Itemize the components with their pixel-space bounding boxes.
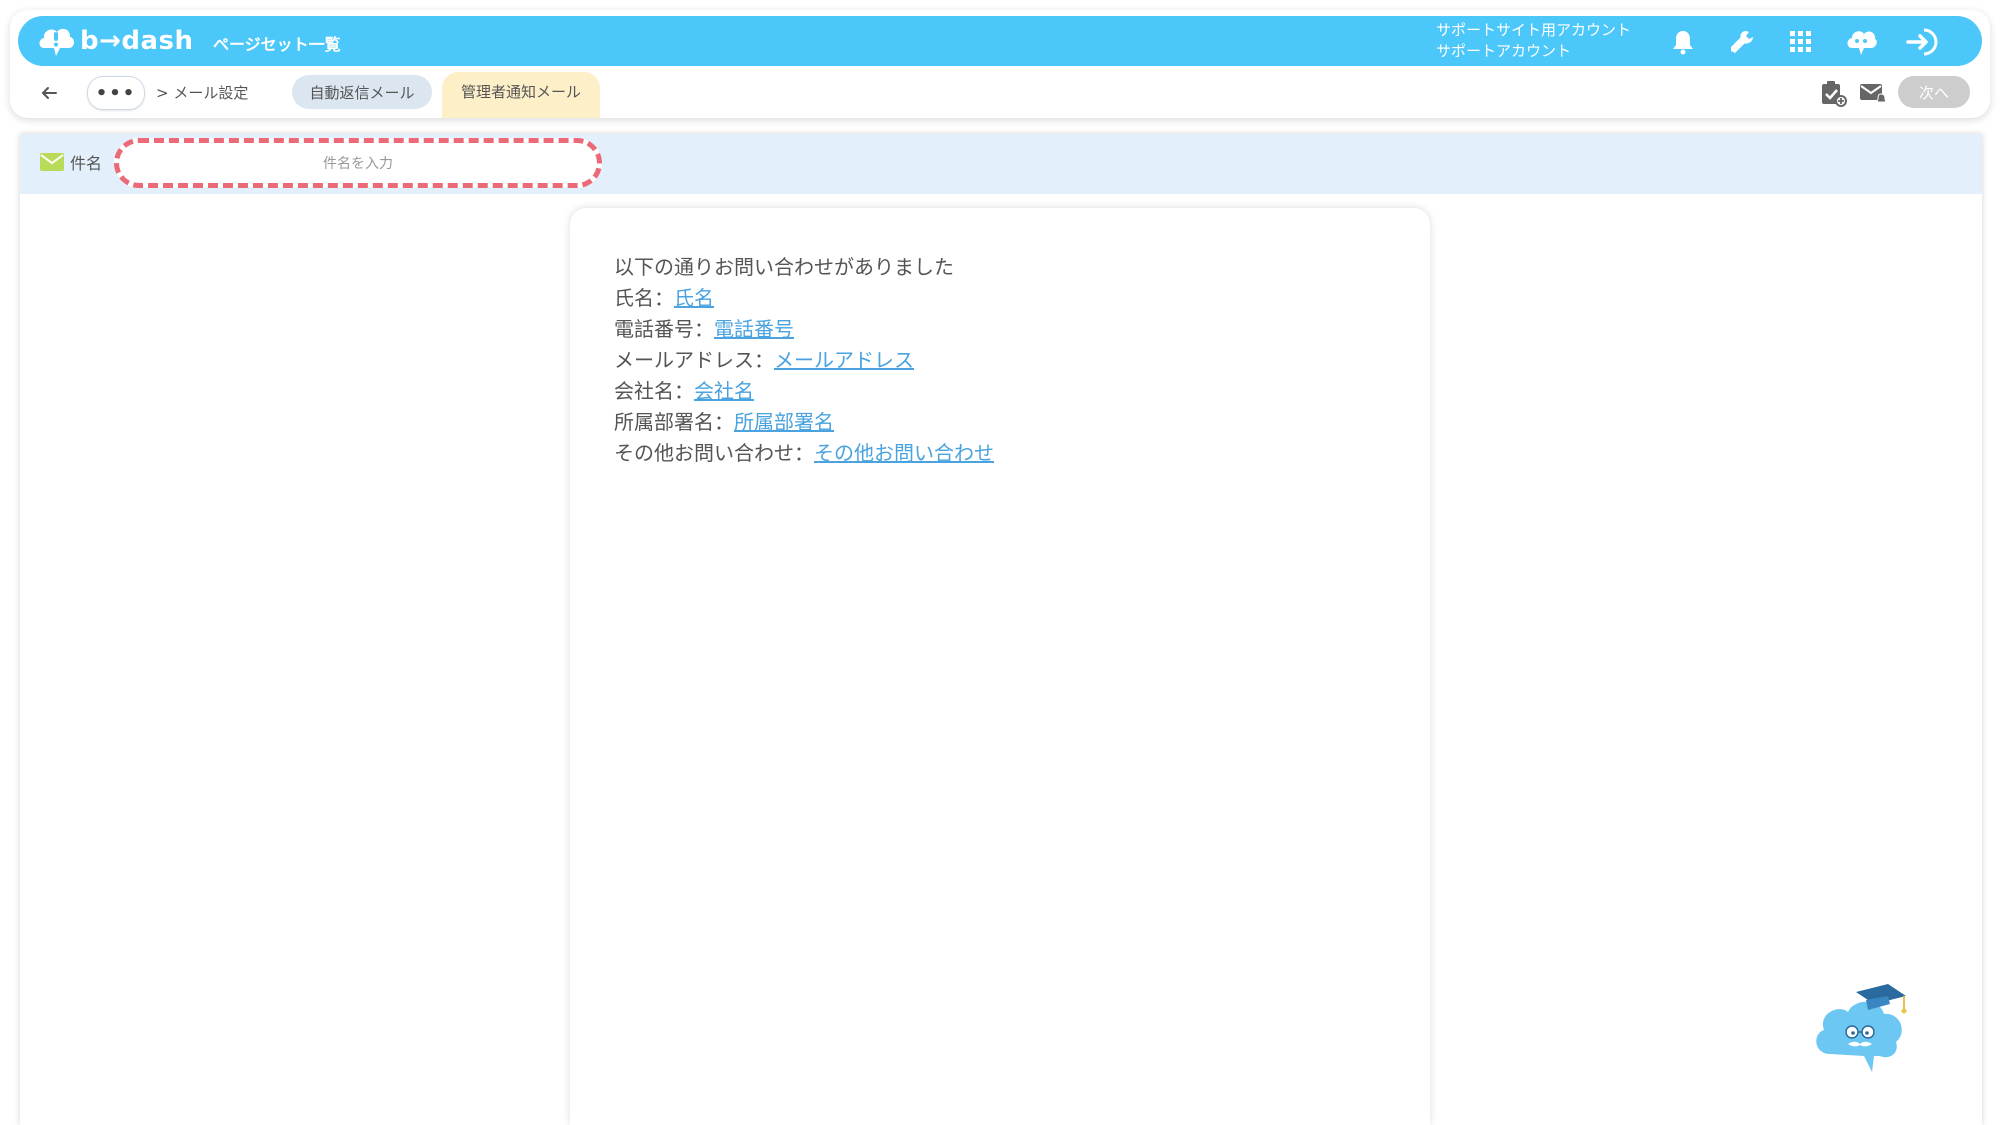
logo-text: b→dash [80,26,194,56]
page-set-list-link[interactable]: ページセット一覧 [213,31,341,55]
brand-logo[interactable]: b→dash [36,22,194,60]
field-label: その他お問い合わせ： [614,441,814,465]
grid-icon[interactable] [1784,25,1818,59]
breadcrumb-mail-settings[interactable]: > メール設定 [156,82,248,103]
field-label: 電話番号： [614,317,714,341]
merge-tag-company[interactable]: 会社名 [694,379,754,403]
field-label: 氏名： [614,286,674,310]
chat-cloud-icon[interactable] [1844,25,1878,59]
mail-intro: 以下の通りお問い合わせがありました [614,255,954,279]
account-info[interactable]: サポートサイト用アカウント サポートアカウント [1436,20,1631,62]
field-line-company: 会社名：会社名 [614,376,994,407]
mascot-helper-icon[interactable] [1808,976,1914,1082]
top-navbar: b→dash ページセット一覧 サポートサイト用アカウント サポートアカウント [18,16,1982,66]
merge-tag-name[interactable]: 氏名 [674,286,714,310]
mail-body-card[interactable]: 以下の通りお問い合わせがありました 氏名：氏名 電話番号：電話番号 メールアドレ… [570,208,1430,1125]
logout-icon[interactable] [1906,25,1940,59]
account-line2: サポートアカウント [1436,42,1572,60]
field-line-phone: 電話番号：電話番号 [614,314,994,345]
field-label: 所属部署名： [614,410,734,434]
field-label: メールアドレス： [614,348,774,372]
field-line-name: 氏名：氏名 [614,283,994,314]
merge-tag-email[interactable]: メールアドレス [774,348,914,372]
tab-auto-reply-mail[interactable]: 自動返信メール [292,75,432,109]
subject-input[interactable]: 件名を入力 [114,138,602,188]
next-button[interactable]: 次へ [1898,76,1970,108]
subject-label-text: 件名 [70,154,103,173]
clipboard-check-icon[interactable] [1818,78,1848,108]
field-line-department: 所属部署名：所属部署名 [614,407,994,438]
mail-body-text[interactable]: 以下の通りお問い合わせがありました 氏名：氏名 電話番号：電話番号 メールアドレ… [614,252,994,469]
bell-icon[interactable] [1666,25,1700,59]
wrench-icon[interactable] [1725,25,1759,59]
back-arrow-icon[interactable] [36,80,62,106]
account-line1: サポートサイト用アカウント [1436,21,1632,39]
tab-admin-notification-mail[interactable]: 管理者通知メール [442,72,600,118]
mail-icon [40,153,64,171]
subject-label: 件名 [40,150,102,174]
merge-tag-department[interactable]: 所属部署名 [734,410,834,434]
field-line-email: メールアドレス：メールアドレス [614,345,994,376]
breadcrumb-more-button[interactable]: ••• [87,76,145,110]
field-line-other: その他お問い合わせ：その他お問い合わせ [614,438,994,469]
merge-tag-phone[interactable]: 電話番号 [714,317,794,341]
merge-tag-other-inquiry[interactable]: その他お問い合わせ [814,441,994,465]
logo-cloud-icon [39,28,75,56]
mail-bell-icon[interactable] [1858,78,1888,108]
field-label: 会社名： [614,379,694,403]
